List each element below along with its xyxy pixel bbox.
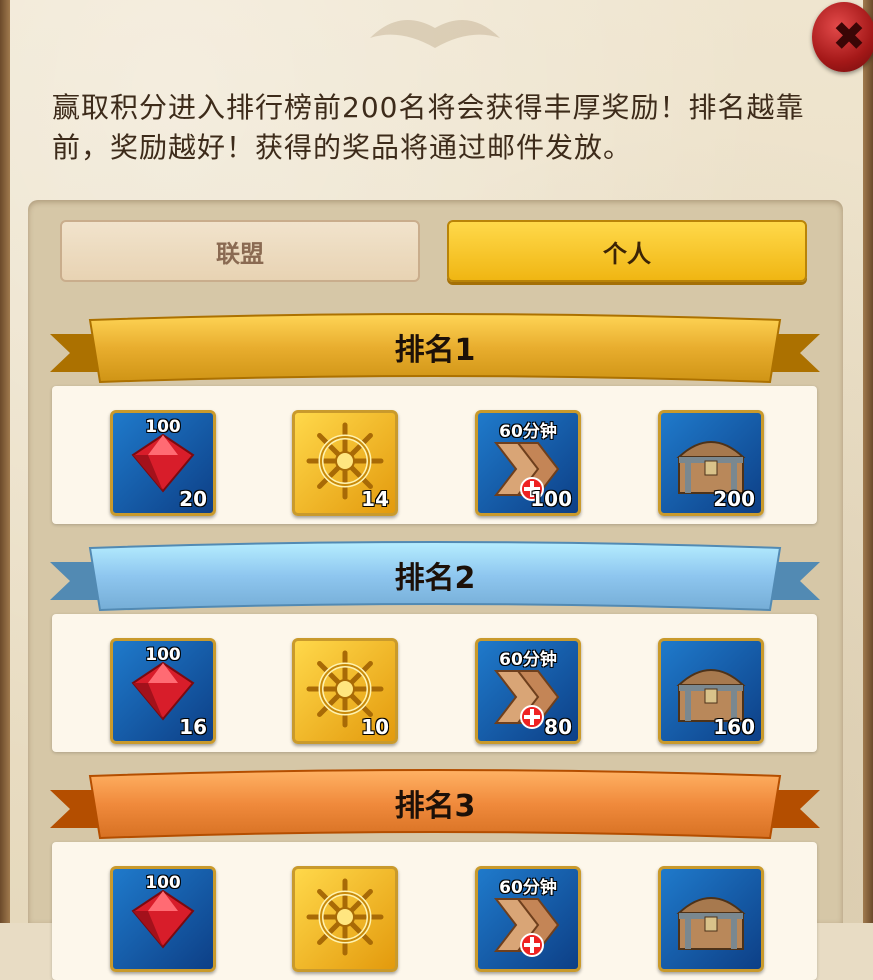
rank-banner: 排名2 — [50, 540, 820, 624]
reward-item[interactable]: 10 — [292, 638, 398, 744]
tab-alliance[interactable]: 联盟 — [60, 220, 420, 282]
reward-quantity: 20 — [179, 487, 207, 511]
right-frame-edge — [863, 0, 873, 923]
close-icon: ✖ — [832, 14, 866, 60]
reward-quantity: 100 — [530, 487, 572, 511]
reward-item[interactable]: 100 20 — [110, 410, 216, 516]
reward-top-label: 100 — [145, 417, 181, 437]
reward-item[interactable]: 200 — [658, 410, 764, 516]
rank-banner: 排名1 — [50, 312, 820, 396]
reward-quantity: 10 — [361, 715, 389, 739]
reward-item[interactable] — [658, 866, 764, 972]
reward-item[interactable]: 14 — [292, 410, 398, 516]
speedup-icon — [493, 898, 560, 957]
rank-banner: 排名3 — [50, 768, 820, 852]
close-button[interactable]: ✖ — [812, 2, 873, 72]
reward-quantity: 200 — [713, 487, 755, 511]
rank-title: 排名3 — [394, 789, 476, 824]
reward-quantity: 160 — [713, 715, 755, 739]
rank-title: 排名2 — [394, 561, 476, 596]
reward-top-label: 100 — [145, 645, 181, 665]
reward-top-label: 60分钟 — [499, 878, 557, 898]
reward-top-label: 100 — [145, 873, 181, 893]
reward-item[interactable]: 60分钟 — [475, 866, 581, 972]
left-frame-edge — [0, 0, 10, 923]
ruby-icon — [131, 889, 195, 949]
tab-personal-label: 个人 — [603, 239, 651, 268]
reward-item[interactable]: 100 — [110, 866, 216, 972]
tab-alliance-label: 联盟 — [216, 239, 264, 268]
reward-item[interactable]: 60分钟 80 — [475, 638, 581, 744]
reward-quantity: 80 — [544, 715, 572, 739]
reward-top-label: 60分钟 — [499, 650, 557, 670]
rank-title: 排名1 — [394, 333, 476, 368]
reward-quantity: 16 — [179, 715, 207, 739]
ship-wheel-icon — [306, 878, 384, 956]
reward-item[interactable]: 100 16 — [110, 638, 216, 744]
tab-personal[interactable]: 个人 — [447, 220, 807, 282]
reward-item[interactable] — [292, 866, 398, 972]
reward-quantity: 14 — [361, 487, 389, 511]
reward-top-label: 60分钟 — [499, 422, 557, 442]
reward-item[interactable]: 60分钟 100 — [475, 410, 581, 516]
top-ornament — [370, 20, 500, 48]
chest-icon — [676, 897, 746, 950]
reward-item[interactable]: 160 — [658, 638, 764, 744]
description-text: 赢取积分进入排行榜前200名将会获得丰厚奖励！排名越靠前，奖励越好！获得的奖品将… — [52, 91, 805, 164]
